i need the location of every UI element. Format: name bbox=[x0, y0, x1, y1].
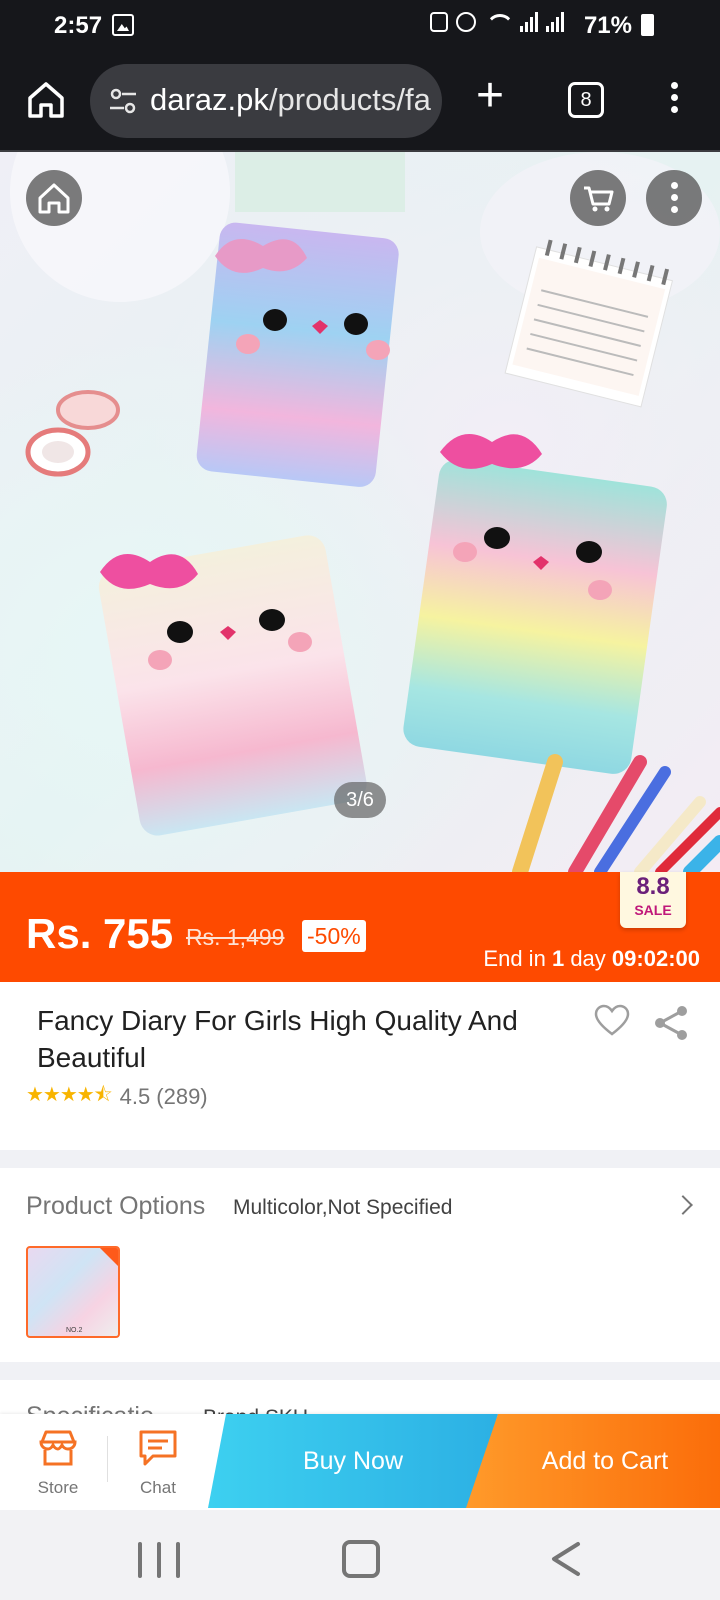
section-divider bbox=[0, 1362, 720, 1380]
url-text: daraz.pk/products/fa bbox=[150, 82, 431, 118]
chat-label: Chat bbox=[140, 1478, 176, 1497]
signal-icon bbox=[520, 12, 538, 32]
browser-home-button[interactable] bbox=[24, 78, 68, 122]
alarm-icon bbox=[456, 12, 476, 32]
option-thumbnail[interactable]: NO.2 bbox=[26, 1246, 120, 1338]
system-back-button[interactable] bbox=[548, 1540, 582, 1578]
product-photo bbox=[10, 152, 720, 872]
thumbnail-label: NO.2 bbox=[66, 1327, 83, 1334]
cart-button[interactable] bbox=[570, 170, 626, 226]
status-bar: 2:57 71% bbox=[0, 0, 720, 50]
cart-icon bbox=[584, 186, 614, 212]
sale-badge-text: SALE bbox=[634, 902, 672, 918]
browser-menu-button[interactable] bbox=[668, 82, 680, 118]
wifi-icon bbox=[484, 12, 512, 32]
section-divider bbox=[0, 1150, 720, 1168]
action-separator bbox=[107, 1436, 108, 1482]
chevron-right-icon bbox=[673, 1195, 693, 1215]
product-rating[interactable]: ★★★★⯪ 4.5 (289) bbox=[26, 1080, 208, 1114]
product-options-value: Multicolor,Not Specified bbox=[233, 1196, 453, 1219]
countdown-prefix: End in bbox=[483, 946, 546, 971]
image-notification-icon bbox=[112, 14, 134, 36]
product-options-section[interactable]: Product Options Multicolor,Not Specified… bbox=[0, 1168, 720, 1362]
site-settings-icon[interactable] bbox=[108, 88, 138, 114]
add-to-cart-button[interactable]: Add to Cart bbox=[466, 1414, 720, 1508]
buy-now-button[interactable]: Buy Now bbox=[208, 1414, 498, 1508]
more-options-button[interactable] bbox=[646, 170, 702, 226]
system-home-button[interactable] bbox=[342, 1540, 380, 1578]
chat-icon bbox=[139, 1430, 177, 1466]
system-nav-bar bbox=[0, 1510, 720, 1600]
product-options-label: Product Options bbox=[26, 1192, 206, 1220]
rating-value: 4.5 bbox=[119, 1084, 151, 1109]
sale-countdown: End in 1 day 09:02:00 bbox=[483, 946, 700, 972]
share-button[interactable] bbox=[652, 1004, 690, 1042]
signal-icon-2 bbox=[546, 12, 564, 32]
bottom-action-bar: Store Chat Buy Now Add to Cart bbox=[0, 1414, 720, 1510]
new-tab-button[interactable]: + bbox=[470, 72, 510, 120]
price-banner: Rs. 755 Rs. 1,499 -50% 8.8 SALE End in 1… bbox=[0, 872, 720, 982]
battery-icon bbox=[641, 14, 654, 36]
battery-saver-icon bbox=[430, 12, 448, 32]
heart-icon bbox=[594, 1004, 630, 1036]
countdown-unit: day bbox=[570, 946, 606, 971]
browser-toolbar: daraz.pk/products/fa + 8 bbox=[0, 50, 720, 152]
tab-switcher-button[interactable]: 8 bbox=[568, 82, 604, 118]
back-arrow-icon bbox=[552, 1542, 580, 1576]
home-icon bbox=[28, 82, 64, 118]
url-host: daraz.pk bbox=[150, 82, 269, 117]
image-counter: 3/6 bbox=[334, 782, 386, 818]
battery-percent: 71% bbox=[583, 12, 632, 39]
store-button[interactable]: Store bbox=[18, 1428, 98, 1498]
wishlist-button[interactable] bbox=[594, 1004, 630, 1038]
store-home-button[interactable] bbox=[26, 170, 82, 226]
countdown-days: 1 bbox=[551, 946, 565, 971]
share-icon bbox=[655, 1006, 687, 1040]
chat-button[interactable]: Chat bbox=[118, 1428, 198, 1498]
product-image-gallery[interactable]: 3/6 bbox=[0, 152, 720, 872]
countdown-time: 09:02:00 bbox=[611, 946, 700, 971]
sale-badge: 8.8 SALE bbox=[620, 872, 686, 928]
rating-stars: ★★★★⯪ bbox=[26, 1084, 113, 1106]
address-bar[interactable]: daraz.pk/products/fa bbox=[90, 64, 442, 138]
product-info: Fancy Diary For Girls High Quality And B… bbox=[0, 982, 720, 1150]
store-icon bbox=[39, 1430, 77, 1466]
store-label: Store bbox=[37, 1478, 79, 1497]
original-price: Rs. 1,499 bbox=[186, 924, 285, 950]
url-path: /products/fa bbox=[268, 82, 431, 117]
status-time: 2:57 bbox=[54, 12, 103, 39]
review-count: (289) bbox=[156, 1084, 208, 1109]
home-icon bbox=[38, 183, 70, 214]
current-price: Rs. 755 bbox=[26, 910, 174, 957]
discount-badge: -50% bbox=[302, 920, 366, 952]
recent-apps-button[interactable] bbox=[138, 1542, 180, 1578]
product-title: Fancy Diary For Girls High Quality And B… bbox=[37, 1005, 518, 1073]
sale-badge-number: 8.8 bbox=[636, 873, 670, 900]
